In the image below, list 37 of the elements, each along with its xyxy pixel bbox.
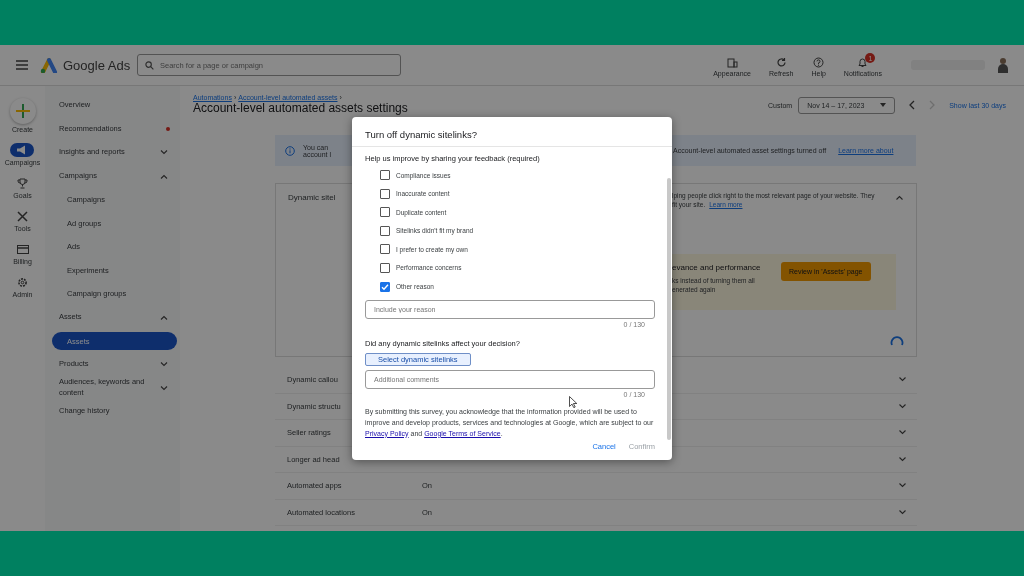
pointer-icon [569,396,577,408]
checkbox[interactable] [380,207,390,218]
gear-icon [17,276,28,288]
checkbox[interactable] [380,188,390,199]
chevron-down-icon [898,430,907,436]
card-icon [16,244,29,254]
refresh-icon [775,57,787,68]
app-name: Google Ads [63,57,132,73]
menu-icon[interactable] [16,60,28,70]
setting-name: Dynamic sitel [288,193,336,202]
building-icon [726,57,738,68]
trophy-icon [17,177,28,189]
checkbox[interactable] [380,262,390,273]
chevron-down-icon [898,456,907,462]
tools-icon [17,210,28,222]
info-icon [285,145,295,156]
bell-icon [857,57,869,68]
chevron-down-icon [898,403,907,409]
checkbox[interactable] [380,281,390,292]
notice-title: evance and performance [672,262,761,274]
plus-icon [15,104,30,118]
chevron-down-icon [898,483,907,489]
previous-icon[interactable] [909,100,916,110]
logo-icon [40,57,58,73]
dropdown-arrow-icon [880,103,887,107]
help-icon [813,57,825,68]
checkbox[interactable] [380,170,390,180]
dialog-title: Turn off dynamic sitelinks? [352,117,672,147]
checkbox[interactable] [380,225,390,236]
chevron-up-icon[interactable] [895,195,904,200]
page-title: Account-level automated assets settings [193,102,409,116]
scrollbar[interactable] [667,178,671,440]
chevron-down-icon [898,509,907,515]
search-icon [145,61,154,70]
checkbox[interactable] [380,244,390,255]
avatar-icon[interactable] [997,57,1009,73]
chevron-down-icon [898,377,907,383]
